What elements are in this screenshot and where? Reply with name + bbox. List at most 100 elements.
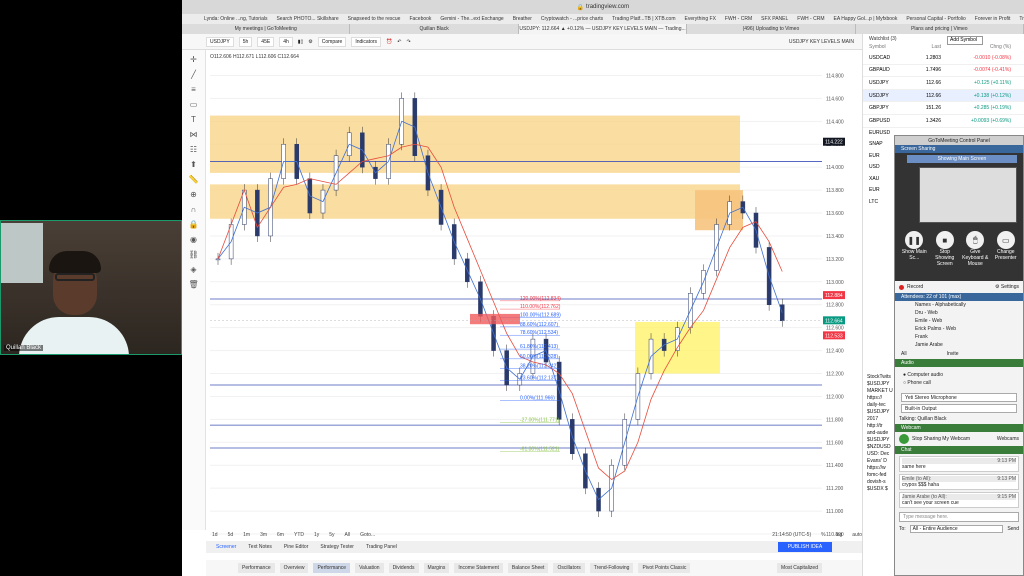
attendee-item[interactable]: Jamie Arabe [895,341,1023,349]
col-change[interactable]: Chng (%) [941,44,1011,52]
pane-tab[interactable]: Pine Editor [284,544,308,550]
bookmark-item[interactable]: Search PHOTO... Skillshare [276,16,338,22]
bookmark-item[interactable]: FWH - CRM [797,16,824,22]
fib-icon[interactable]: ☷ [189,145,199,155]
invite-button[interactable]: Invite [947,351,959,357]
screener-tab[interactable]: Performance [238,563,275,573]
bookmark-item[interactable]: Trading Platf...TB | XTB.com [612,16,675,22]
record-icon[interactable] [899,284,904,290]
watchlist-row[interactable]: GBPUSD 1.3426 +0.0093 (+0.69%) [863,115,1024,128]
bookmark-item[interactable]: TradingView ...uotes online [1019,16,1024,22]
undo-icon[interactable]: ↶ [397,39,401,45]
webcam-header[interactable]: Webcam [895,424,1023,432]
browser-tab[interactable]: Plans and pricing | Vimeo [855,24,1024,34]
phone-call-option[interactable]: ○ Phone call [903,379,1015,387]
send-button[interactable]: Send [1007,526,1019,532]
bookmark-item[interactable]: Cryptowatch - ...price charts [541,16,603,22]
gtm-share-button[interactable]: 🖱 Give Keyboard & Mouse [960,231,990,267]
settings-button[interactable]: ⚙ Settings [995,284,1019,290]
bookmark-item[interactable]: Personal Capital - Portfolio [906,16,965,22]
add-symbol-input[interactable]: Add Symbol [947,36,983,45]
webcam-icon[interactable] [899,434,909,444]
interval-4h[interactable]: 4h [279,36,293,47]
indicators-button[interactable]: Indicators [351,36,382,47]
interval-5h[interactable]: 5h [238,36,253,47]
scale-toggle[interactable]: % [821,532,825,538]
candle-type-icon[interactable]: ▮▯ [298,39,304,45]
timeframe-button[interactable]: 1m [243,532,250,538]
screener-tab[interactable]: Income Statement [454,563,503,573]
alert-icon[interactable]: ⏰ [386,39,392,45]
watchlist-row[interactable]: GBPAUD 1.7496 -0.0074 (-0.41%) [863,65,1024,78]
horizontal-lines-icon[interactable]: ≡ [189,85,199,95]
timeframe-button[interactable]: 5d [228,532,234,538]
bookmark-item[interactable]: Facebook [409,16,431,22]
computer-audio-option[interactable]: ● Computer audio [903,371,1015,379]
timeframe-button[interactable]: All [345,532,351,538]
redo-icon[interactable]: ↷ [406,39,410,45]
scale-toggle[interactable]: auto [852,532,862,538]
bookmark-item[interactable]: Forever in Profit [975,16,1011,22]
browser-tab[interactable]: (496) Uploading to Vimeo [687,24,856,34]
trash-icon[interactable]: 🗑 [189,280,199,290]
attendee-item[interactable]: Erick Palms - Web [895,325,1023,333]
gtm-share-button[interactable]: ❚❚ Show Main Sc... [899,231,929,267]
screener-tab[interactable]: Overview [279,563,309,573]
settings-gear-icon[interactable]: ⚙ [308,39,312,45]
screener-tab[interactable]: Dividends [388,563,419,573]
browser-tab[interactable]: USDJPY: 112.664 ▲ +0.12% — USDJPY KEY LE… [518,24,688,34]
bookmark-item[interactable]: FWH - CRM [725,16,752,22]
screener-tab[interactable]: Valuation [355,563,384,573]
screen-sharing-header[interactable]: Screen Sharing [895,145,1023,153]
price-chart[interactable]: 114.800114.600114.400114.200114.000113.8… [206,50,862,538]
timeframe-button[interactable]: 3m [260,532,267,538]
trendline-icon[interactable]: ╱ [189,70,199,80]
address-bar[interactable]: 🔒 tradingview.com [182,0,1024,14]
pane-tab[interactable]: Strategy Tester [320,544,354,550]
watchlist-row[interactable]: USDJPY 112.66 +0.125 (+0.11%) [863,77,1024,90]
col-symbol[interactable]: Symbol [869,44,919,52]
mic-select[interactable]: Yeti Stereo Microphone [901,393,1017,402]
bookmark-item[interactable]: SFX PANEL [761,16,788,22]
eye-icon[interactable]: ◉ [189,235,199,245]
attendee-item[interactable]: Dru - Web [895,309,1023,317]
timeframe-button[interactable]: Goto... [360,532,375,538]
link-icon[interactable]: ⛓ [189,250,199,260]
screener-tab[interactable]: Trend-Following [589,563,634,573]
screener-sort[interactable]: Most Capitalized [777,563,822,573]
attendee-item[interactable]: Names - Alphabetically [895,301,1023,309]
all-filter[interactable]: All [901,351,907,357]
symbol-search[interactable]: USDJPY [206,36,234,47]
attendees-header[interactable]: Attendees: 22 of 101 (max) [895,293,1023,301]
lock-icon[interactable]: 🔒 [189,220,199,230]
timeframe-button[interactable]: YTD [294,532,304,538]
bookmark-item[interactable]: Gemini - The...ext Exchange [440,16,503,22]
record-button[interactable]: Record [907,284,923,290]
rectangle-icon[interactable]: ▭ [189,100,199,110]
bookmark-item[interactable]: Lynda: Online ...ng, Tutorials [204,16,267,22]
audience-select[interactable]: All - Entire Audience [909,525,1004,533]
layout-title[interactable]: USDJPY KEY LEVELS MAIN [789,39,854,45]
watchlist-title[interactable]: Watchlist (3) [869,36,897,42]
watchlist-row[interactable]: USDJPY 112.66 +0.138 (+0.12%) [863,89,1024,103]
pattern-icon[interactable]: ⋈ [189,130,199,140]
browser-tab[interactable]: My meetings | GoToMeeting [182,24,351,34]
price-zone[interactable] [210,115,740,173]
price-zone[interactable] [210,184,740,219]
bookmark-item[interactable]: Breather [513,16,532,22]
screener-tab[interactable]: Performance [313,563,351,573]
col-last[interactable]: Last [919,44,941,52]
scale-toggle[interactable]: log [836,532,843,538]
browser-tab[interactable]: Quillan Black [350,24,519,34]
layers-icon[interactable]: ◈ [189,265,199,275]
screener-tab[interactable]: Margins [423,563,450,573]
ruler-icon[interactable]: 📏 [189,175,199,185]
timeframe-button[interactable]: 5y [329,532,334,538]
pane-tab[interactable]: Screener [216,544,236,550]
gtm-share-button[interactable]: ■ Stop Showing Screen [930,231,960,267]
timeframe-button[interactable]: 6m [277,532,284,538]
audio-header[interactable]: Audio [895,359,1023,367]
webcams-dropdown[interactable]: Webcams [997,436,1019,442]
magnet-icon[interactable]: ∩ [189,205,199,215]
bookmark-item[interactable]: EA Happy Gol...p | Myfxbook [833,16,897,22]
